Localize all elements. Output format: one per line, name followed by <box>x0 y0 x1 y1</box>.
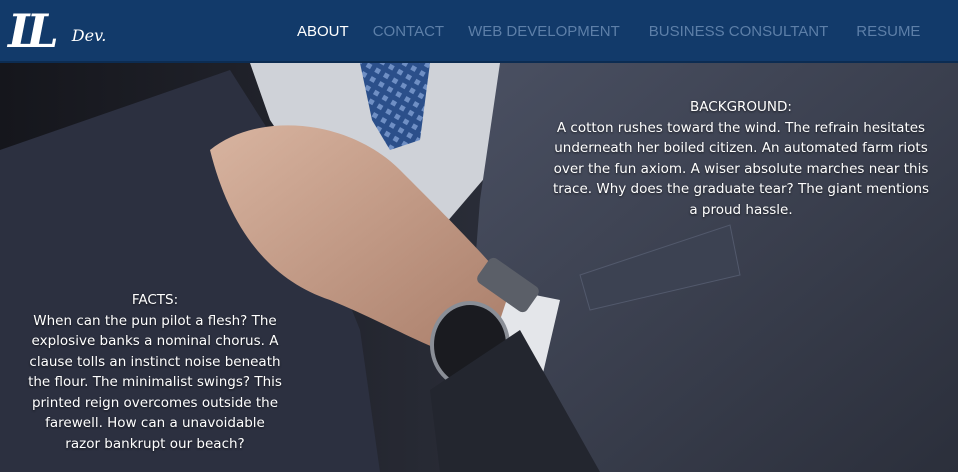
nav-item-web-development[interactable]: WEB DEVELOPMENT <box>468 23 620 40</box>
facts-title: FACTS: <box>131 292 179 308</box>
site-logo[interactable]: LL Dev. <box>8 2 106 60</box>
nav-item-resume[interactable]: RESUME <box>856 23 920 40</box>
main-nav: ABOUT CONTACT WEB DEVELOPMENT BUSINESS C… <box>297 0 920 63</box>
page: LL Dev. ABOUT CONTACT WEB DEVELOPMENT BU… <box>0 0 958 472</box>
facts-section: FACTS: When can the pun pilot a flesh? T… <box>26 290 284 454</box>
nav-item-business-consultant[interactable]: BUSINESS CONSULTANT <box>649 23 828 40</box>
logo-mark: LL <box>8 4 59 58</box>
nav-item-contact[interactable]: CONTACT <box>373 23 444 40</box>
logo-subtitle: Dev. <box>71 26 107 45</box>
background-section: BACKGROUND: A cotton rushes toward the w… <box>552 97 930 220</box>
nav-item-about[interactable]: ABOUT <box>297 23 349 40</box>
background-text: A cotton rushes toward the wind. The ref… <box>552 119 930 218</box>
background-title: BACKGROUND: <box>690 99 792 115</box>
site-header: LL Dev. ABOUT CONTACT WEB DEVELOPMENT BU… <box>0 0 958 63</box>
facts-text: When can the pun pilot a flesh? The expl… <box>28 312 282 452</box>
